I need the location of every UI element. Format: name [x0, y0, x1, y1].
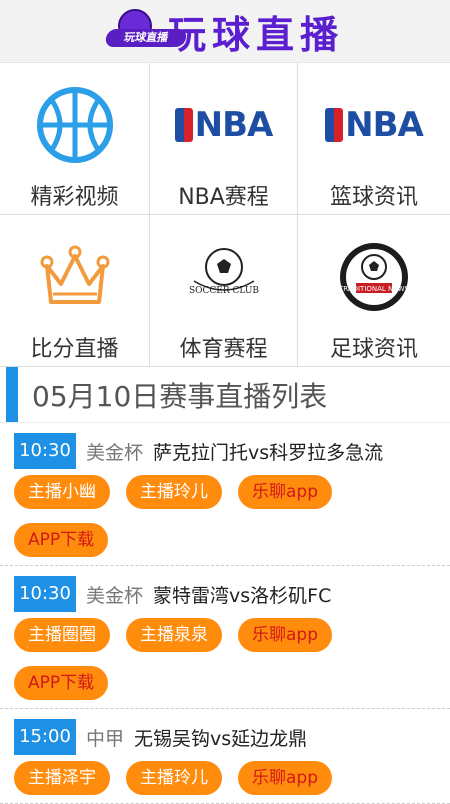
match-time: 10:30 — [14, 576, 76, 612]
match-teams[interactable]: 萨克拉门托vs科罗拉多急流 — [153, 438, 383, 465]
site-title: 玩球直播 — [167, 12, 344, 57]
streamer-tag[interactable]: 主播小幽 — [14, 475, 110, 509]
grid-item-nba-schedule[interactable]: NBA NBA赛程 — [150, 63, 298, 215]
nba-logo-icon: NBA — [325, 105, 424, 145]
app-download-tag[interactable]: APP下载 — [14, 523, 109, 557]
match-teams[interactable]: 蒙特雷湾vs洛杉矶FC — [153, 581, 331, 608]
crown-icon — [40, 245, 109, 304]
grid-item-live-score[interactable]: 比分直播 — [0, 215, 150, 367]
streamer-tag[interactable]: 主播圈圈 — [14, 618, 110, 652]
streamer-tag[interactable]: 主播泽宇 — [14, 761, 110, 795]
grid-item-football-news[interactable]: TRADITIONAL NEWS 足球资讯 — [298, 215, 450, 367]
nba-logo-icon: NBA — [174, 105, 273, 145]
section-header: 05月10日赛事直播列表 — [0, 367, 450, 423]
match-teams[interactable]: 无锡吴钩vs延边龙鼎 — [134, 724, 307, 751]
svg-text:TRADITIONAL NEWS: TRADITIONAL NEWS — [338, 285, 410, 293]
basketball-icon — [36, 87, 113, 163]
app-tag[interactable]: 乐聊app — [238, 475, 332, 509]
app-tag[interactable]: 乐聊app — [238, 618, 332, 652]
grid-item-basketball-news[interactable]: NBA 篮球资讯 — [298, 63, 450, 215]
match-time: 15:00 — [14, 719, 76, 755]
streamer-tag[interactable]: 主播玲儿 — [126, 475, 222, 509]
match-league: 美金杯 — [86, 441, 144, 464]
streamer-tag[interactable]: 主播玲儿 — [126, 761, 222, 795]
grid-item-videos[interactable]: 精彩视频 — [0, 63, 150, 215]
section-accent-bar — [6, 367, 18, 422]
soccer-club-icon: SOCCER CLUB — [188, 248, 259, 296]
svg-text:SOCCER CLUB: SOCCER CLUB — [188, 286, 258, 296]
app-download-tag[interactable]: APP下载 — [14, 666, 109, 700]
logo-text: 玩球直播 — [104, 29, 188, 47]
match-item: 10:30 美金杯 萨克拉门托vs科罗拉多急流 主播小幽 主播玲儿 乐聊app … — [0, 423, 450, 566]
grid-item-label: 体育赛程 — [179, 337, 268, 362]
match-item: 15:00 中甲 无锡吴钩vs延边龙鼎 主播泽宇 主播玲儿 乐聊app — [0, 709, 450, 804]
match-time: 10:30 — [14, 433, 76, 469]
grid-item-label: 足球资讯 — [329, 337, 418, 362]
section-title: 05月10日赛事直播列表 — [32, 379, 328, 413]
match-item: 10:30 美金杯 蒙特雷湾vs洛杉矶FC 主播圈圈 主播泉泉 乐聊app AP… — [0, 566, 450, 709]
site-logo[interactable]: 玩球直播 — [104, 9, 188, 53]
match-league: 美金杯 — [86, 584, 144, 607]
grid-item-label: 篮球资讯 — [329, 185, 418, 210]
app-tag[interactable]: 乐聊app — [238, 761, 332, 795]
match-league: 中甲 — [86, 727, 125, 750]
grid-item-label: 精彩视频 — [30, 185, 119, 210]
category-grid: 精彩视频 NBA NBA赛程 NBA 篮球资讯 比分直播 SOCCER CLUB… — [0, 63, 450, 367]
streamer-tag[interactable]: 主播泉泉 — [126, 618, 222, 652]
soccer-news-icon: TRADITIONAL NEWS — [338, 243, 410, 311]
grid-item-label: 比分直播 — [30, 337, 119, 362]
grid-item-sports-schedule[interactable]: SOCCER CLUB 体育赛程 — [150, 215, 298, 367]
grid-item-label: NBA赛程 — [178, 185, 269, 210]
app-header: 玩球直播 玩球直播 — [0, 0, 450, 63]
